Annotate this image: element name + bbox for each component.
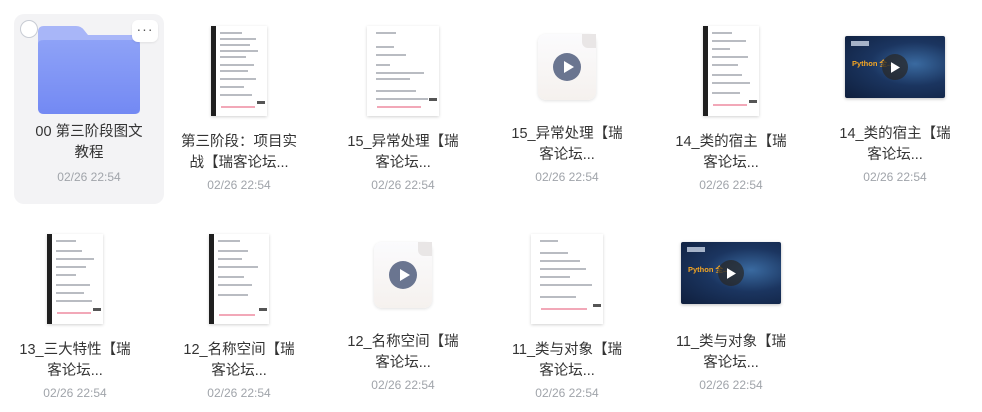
- folder-icon: [34, 24, 144, 121]
- play-icon: [553, 53, 581, 81]
- document-thumbnail: [531, 234, 603, 324]
- file-item-folder[interactable]: ··· 00 第三阶段图文 教程 02/26 22:54: [14, 14, 164, 204]
- file-name: 15_异常处理【瑞 客论坛...: [347, 134, 459, 171]
- file-item-video[interactable]: 15_异常处理【瑞 客论坛... 02/26 22:54: [492, 14, 642, 204]
- file-name: 13_三大特性【瑞 客论坛...: [19, 342, 131, 379]
- file-name: 11_类与对象【瑞 客论坛...: [511, 342, 623, 379]
- file-item-doc[interactable]: 12_名称空间【瑞 客论坛... 02/26 22:54: [164, 222, 314, 412]
- file-date: 02/26 22:54: [43, 386, 107, 400]
- file-item-doc[interactable]: 14_类的宿主【瑞 客论坛... 02/26 22:54: [656, 14, 806, 204]
- more-options-icon[interactable]: ···: [132, 20, 158, 42]
- select-checkbox[interactable]: [20, 20, 38, 38]
- file-name: 00 第三阶段图文 教程: [35, 124, 143, 161]
- file-item-video[interactable]: Python 全... 14_类的宿主【瑞 客论坛... 02/26 22:54: [820, 14, 970, 204]
- file-item-video[interactable]: 12_名称空间【瑞 客论坛... 02/26 22:54: [328, 222, 478, 412]
- file-name: 第三阶段：项目实 战【瑞客论坛...: [181, 134, 297, 171]
- file-date: 02/26 22:54: [535, 386, 599, 400]
- file-date: 02/26 22:54: [371, 378, 435, 392]
- file-date: 02/26 22:54: [535, 170, 599, 184]
- file-name: 12_名称空间【瑞 客论坛...: [347, 334, 459, 371]
- play-icon: [718, 260, 744, 286]
- video-file-icon: [538, 34, 596, 100]
- file-name: 11_类与对象【瑞 客论坛...: [675, 334, 787, 371]
- play-icon: [882, 54, 908, 80]
- file-grid: ··· 00 第三阶段图文 教程 02/26 22:54 第三阶段：项目实 战【…: [0, 0, 982, 412]
- document-thumbnail: [211, 26, 267, 116]
- file-item-video[interactable]: Python 全... 11_类与对象【瑞 客论坛... 02/26 22:54: [656, 222, 806, 412]
- file-date: 02/26 22:54: [371, 178, 435, 192]
- file-date: 02/26 22:54: [699, 378, 763, 392]
- video-thumbnail: Python 全...: [845, 36, 945, 98]
- file-date: 02/26 22:54: [699, 178, 763, 192]
- file-name: 14_类的宿主【瑞 客论坛...: [839, 126, 951, 163]
- file-item-doc[interactable]: 第三阶段：项目实 战【瑞客论坛... 02/26 22:54: [164, 14, 314, 204]
- file-name: 15_异常处理【瑞 客论坛...: [511, 126, 623, 163]
- document-thumbnail: [703, 26, 759, 116]
- file-date: 02/26 22:54: [207, 178, 271, 192]
- document-thumbnail: [367, 26, 439, 116]
- file-item-doc[interactable]: 13_三大特性【瑞 客论坛... 02/26 22:54: [0, 222, 150, 412]
- document-thumbnail: [47, 234, 103, 324]
- file-name: 12_名称空间【瑞 客论坛...: [183, 342, 295, 379]
- file-item-doc[interactable]: 11_类与对象【瑞 客论坛... 02/26 22:54: [492, 222, 642, 412]
- file-name: 14_类的宿主【瑞 客论坛...: [675, 134, 787, 171]
- video-thumbnail: Python 全...: [681, 242, 781, 304]
- play-icon: [389, 261, 417, 289]
- document-thumbnail: [209, 234, 269, 324]
- file-item-doc[interactable]: 15_异常处理【瑞 客论坛... 02/26 22:54: [328, 14, 478, 204]
- video-file-icon: [374, 242, 432, 308]
- file-date: 02/26 22:54: [863, 170, 927, 184]
- file-date: 02/26 22:54: [57, 170, 121, 184]
- file-date: 02/26 22:54: [207, 386, 271, 400]
